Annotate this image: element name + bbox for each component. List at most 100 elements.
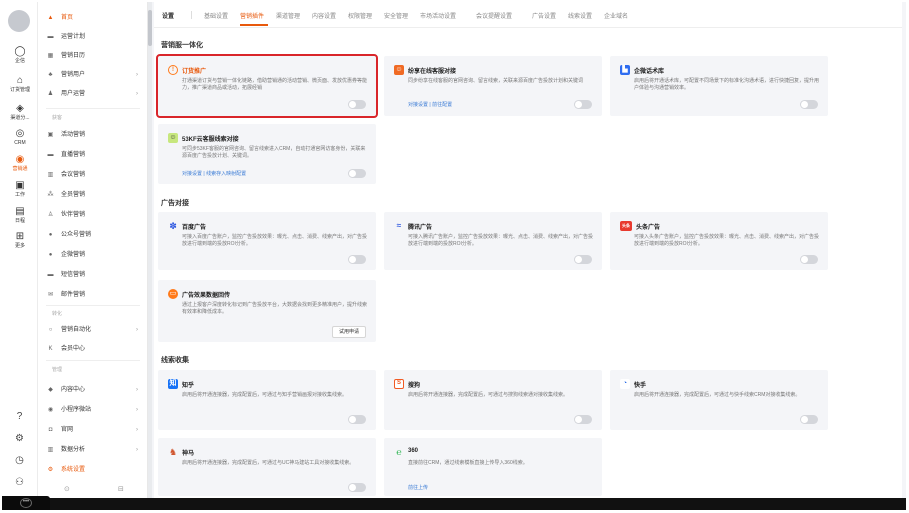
card-links[interactable]: 对接设置 | 线索存入映射配置 [182, 170, 246, 177]
sidebar-item-automation[interactable]: ○ 营销自动化 › [46, 324, 142, 336]
sidebar-item-user-ops[interactable]: ♟ 用户运营 › [46, 88, 142, 100]
toggle-switch[interactable] [800, 255, 818, 264]
sidebar-splitter[interactable] [148, 2, 152, 498]
card-wecom-library: ▙ 企微话术库 启用后将开通话术库，可配置不同场景下的标准化沟通术语，进行快捷回… [610, 56, 828, 116]
card-desc: 启用后将开通连接器，完成配置后，可通过与知乎营销画报对接收集线索。 [182, 392, 348, 398]
toggle-switch[interactable] [574, 255, 592, 264]
sidebar-item-sms[interactable]: ▬ 短信营销 [46, 269, 142, 281]
help-icon[interactable]: ? [13, 410, 26, 423]
section-label-guanli: 管理 [52, 367, 63, 373]
tab-security[interactable]: 安全管理 [384, 11, 408, 20]
divider [191, 11, 192, 19]
go-upload-link[interactable]: 前往上传 [408, 484, 428, 491]
sidebar-item-live[interactable]: ▬ 直播营销 [46, 149, 142, 161]
rail-item-order[interactable]: ⌂ 订货管理 [2, 75, 38, 93]
tab-channels[interactable]: 渠道管理 [276, 11, 300, 20]
date-icon: ▤ [15, 206, 25, 217]
card-desc: 通过上报客户深度转化标记到广告投放平台，大数据会找到更多精准用户，提升线索有效率… [182, 302, 368, 315]
rail-item-more[interactable]: ⊞ 更多 [2, 231, 38, 249]
toggle-switch[interactable] [348, 100, 366, 109]
rail-item-crm[interactable]: ◎ CRM [2, 128, 38, 146]
toggle-switch[interactable] [348, 483, 366, 492]
meeting-icon: ▥ [47, 172, 54, 178]
sidebar-item-users[interactable]: ♣ 营销用户 › [46, 69, 142, 81]
partner-icon: ♙ [47, 212, 54, 218]
sidebar-item-staff[interactable]: ⁂ 全员营销 [46, 189, 142, 201]
sidebar-item-website[interactable]: ◘ 官网 › [46, 424, 142, 436]
toggle-switch[interactable] [348, 415, 366, 424]
sidebar-item-content[interactable]: ◆ 内容中心 › [46, 384, 142, 396]
sidebar-item-miniprogram[interactable]: ◉ 小程序微站 › [46, 404, 142, 416]
sidebar: ▲ 首页 ▬ 运营计划 ▦ 营销日历 ♣ 营销用户 › ♟ 用户运营 › 获客 ▣ 活动营销… [38, 2, 148, 498]
settings-icon[interactable]: ⚙ [13, 432, 26, 445]
tab-leads[interactable]: 线索设置 [568, 11, 592, 20]
tab-activity-settings[interactable]: 市场活动设置 [420, 11, 456, 20]
card-desc: 可接入头条广告账户，监控广告投放效果：曝光、点击、消费、线索产出，对广告投放进行… [634, 234, 820, 247]
sidebar-item-label: 小程序微站 [61, 407, 92, 413]
sidebar-item-member[interactable]: K 会员中心 [46, 343, 142, 355]
sidebar-item-plan[interactable]: ▬ 运营计划 [46, 31, 142, 43]
rail-item-channel[interactable]: ◈ 渠道分... [2, 103, 38, 121]
card-baidu-ads: ✽ 百度广告 可接入百度广告账户，监控广告投放效果：曝光、点击、消费、线索产出，… [158, 212, 376, 270]
card-desc: 启用后将开通连接器，完成配置后，可通过与搜狗线索通对接收集线索。 [408, 392, 569, 398]
shenma-icon: ♞ [168, 447, 178, 457]
users-icon: ♣ [48, 72, 53, 78]
sidebar-item-label: 全员营销 [61, 192, 86, 198]
page-title: 设置 [162, 14, 175, 20]
sidebar-item-analytics[interactable]: ▥ 数据分析 › [46, 444, 142, 456]
clock-icon[interactable]: ◷ [13, 454, 26, 467]
splitter-handle[interactable] [148, 10, 152, 46]
card-links[interactable]: 对接设置 | 前往配置 [408, 101, 452, 108]
avatar[interactable] [8, 10, 30, 32]
sidebar-item-settings[interactable]: ⚙ 系统设置 [46, 464, 142, 476]
sidebar-item-home[interactable]: ▲ 首页 [46, 12, 142, 24]
baidu-icon: ✽ [169, 221, 177, 231]
toggle-switch[interactable] [800, 100, 818, 109]
tab-basic[interactable]: 基础设置 [204, 11, 228, 20]
card-title: 知乎 [182, 383, 195, 389]
toggle-switch[interactable] [348, 169, 366, 178]
tab-permissions[interactable]: 权限管理 [348, 11, 372, 20]
tab-content[interactable]: 内容设置 [312, 11, 336, 20]
main-content: 设置 基础设置 营销插件 渠道管理 内容设置 权限管理 安全管理 市场活动设置 … [154, 2, 902, 498]
sidebar-item-calendar[interactable]: ▦ 营销日历 [46, 50, 142, 62]
rail-item-marketing[interactable]: ◉ 营销通 [2, 154, 38, 172]
sidebar-item-label: 公众号营销 [61, 232, 92, 238]
tab-ads[interactable]: 广告设置 [532, 11, 556, 20]
sidebar-item-label: 伙伴营销 [61, 212, 86, 218]
sidebar-item-label: 短信营销 [61, 272, 86, 278]
sidebar-item-meeting[interactable]: ▥ 会议营销 [46, 169, 142, 181]
toggle-switch[interactable] [574, 100, 592, 109]
sidebar-item-label: 系统设置 [61, 467, 86, 473]
card-desc: 可接入百度广告账户，监控广告投放效果：曝光、点击、消费、线索产出，对广告投放进行… [182, 234, 368, 247]
sidebar-item-wechat[interactable]: ● 公众号营销 [46, 229, 142, 241]
tab-domain[interactable]: 企业域名 [604, 11, 628, 20]
toggle-switch[interactable] [574, 415, 592, 424]
trial-apply-button[interactable]: 试用申请 [332, 326, 366, 338]
card-title: 广告效果数据回传 [182, 293, 231, 299]
sidebar-item-activity[interactable]: ▣ 活动营销 [46, 129, 142, 141]
contacts-icon[interactable]: ⚇ [13, 476, 26, 489]
chevron-right-icon: › [136, 72, 138, 78]
toggle-switch[interactable] [800, 415, 818, 424]
sidebar-item-mail[interactable]: ✉ 邮件营销 [46, 289, 142, 301]
wecom-icon: ● [48, 252, 53, 258]
sidebar-item-wecom[interactable]: ● 企微营销 [46, 249, 142, 261]
rail-item-chat[interactable]: ◯ 企信 [2, 46, 38, 64]
tab-plugins[interactable]: 营销插件 [240, 11, 264, 20]
footer-collapse-icon[interactable]: ⊟ [118, 485, 124, 493]
staff-icon: ⁂ [47, 192, 54, 198]
rail-item-work[interactable]: ▣ 工作 [2, 180, 38, 198]
library-icon: ▙ [620, 65, 630, 75]
kuaishou-icon: ◔ [620, 379, 630, 389]
card-title: 神马 [182, 451, 195, 457]
more-icon[interactable]: ••• [20, 498, 32, 508]
tab-meeting-reminder[interactable]: 会议提醒设置 [476, 11, 512, 20]
footer-info-icon[interactable]: ⊙ [64, 485, 70, 493]
sidebar-item-partner[interactable]: ♙ 伙伴营销 [46, 209, 142, 221]
card-desc: 启用后将开通连接器，完成配置后，可通过与快手线索CRM对接收集线索。 [634, 392, 801, 398]
rail-item-schedule[interactable]: ▤ 日程 [2, 206, 38, 224]
sidebar-item-label: 营销日历 [61, 53, 86, 59]
sidebar-item-label: 直播营销 [61, 152, 86, 158]
toggle-switch[interactable] [348, 255, 366, 264]
